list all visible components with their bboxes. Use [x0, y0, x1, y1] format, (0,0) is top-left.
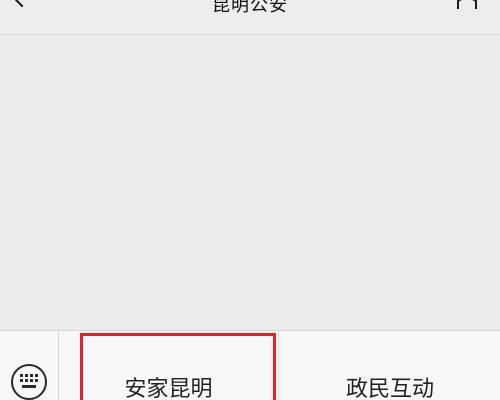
chevron-left-icon[interactable] [10, 0, 34, 8]
menu-item-zhengmin-hudong[interactable]: 政民互动 [280, 331, 500, 400]
wechat-official-account-screen: 昆明公安 安家昆明 政民互动 [0, 0, 500, 400]
keyboard-toggle-button[interactable] [0, 331, 59, 400]
page-title: 昆明公安 [212, 0, 288, 16]
highlight-annotation-box [80, 333, 276, 400]
chat-message-area[interactable] [0, 35, 500, 330]
top-navigation-bar: 昆明公安 [0, 0, 500, 35]
menu-item-label: 政民互动 [345, 377, 434, 400]
person-icon[interactable] [456, 0, 478, 9]
keyboard-icon [11, 364, 47, 400]
